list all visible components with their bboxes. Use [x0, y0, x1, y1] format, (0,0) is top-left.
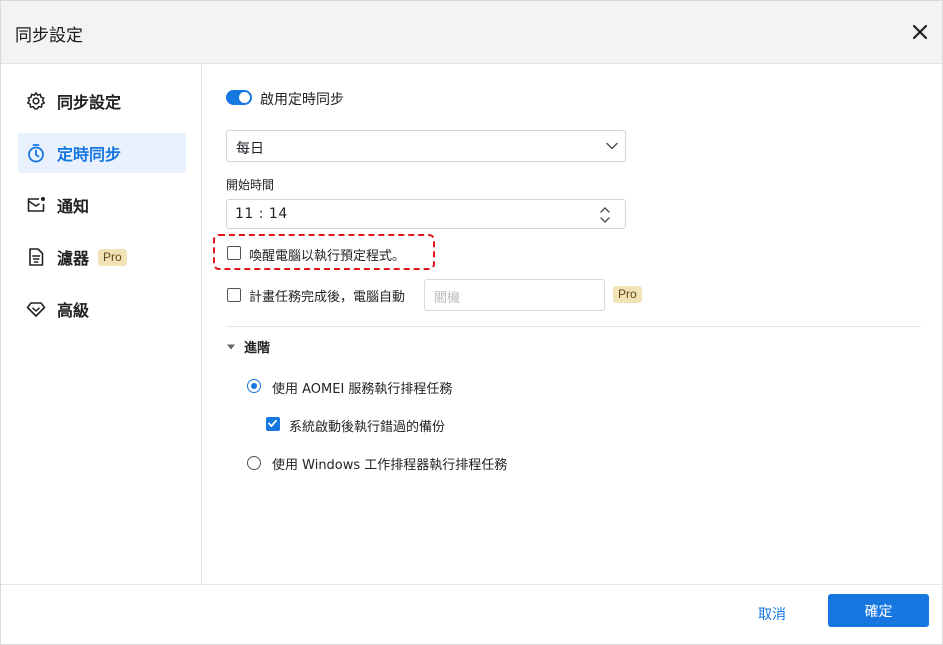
check-icon [268, 419, 277, 428]
pro-badge: Pro [613, 286, 642, 303]
run-missed-backup-checkbox[interactable] [266, 417, 280, 431]
sync-settings-dialog: 同步設定 同步設定 定時同步 通知 濾器 Pro 高級 啟用定時同步 每日 開始… [0, 0, 943, 645]
use-aomei-service-label: 使用 AOMEI 服務執行排程任務 [272, 382, 453, 397]
pro-badge: Pro [98, 248, 127, 266]
use-windows-scheduler-radio[interactable] [247, 456, 261, 470]
use-windows-scheduler-label: 使用 Windows 工作排程器執行排程任務 [272, 458, 508, 473]
ok-button[interactable]: 確定 [828, 594, 929, 627]
toggle-knob [239, 92, 250, 103]
sidebar-item-sync-settings[interactable]: 同步設定 [18, 81, 186, 121]
wake-computer-checkbox[interactable] [227, 246, 241, 260]
use-aomei-service-radio[interactable] [247, 379, 261, 393]
frequency-select[interactable]: 每日 [226, 130, 626, 162]
stopwatch-icon [25, 142, 47, 164]
start-time-value: 11 : 14 [235, 206, 288, 222]
run-missed-backup-label: 系統啟動後執行錯過的備份 [289, 420, 446, 435]
wake-computer-label: 喚醒電腦以執行預定程式。 [249, 249, 406, 264]
close-icon [912, 24, 928, 40]
sidebar-item-label: 通知 [57, 197, 90, 216]
start-time-label: 開始時間 [226, 178, 275, 192]
sidebar-item-label: 同步設定 [57, 93, 122, 112]
enable-schedule-label: 啟用定時同步 [260, 92, 344, 108]
close-button[interactable] [908, 20, 932, 44]
title-bar: 同步設定 [1, 1, 942, 64]
frequency-value: 每日 [236, 141, 264, 157]
advanced-section-toggle[interactable]: 進階 [226, 337, 270, 356]
dialog-title: 同步設定 [15, 26, 83, 46]
gear-icon [25, 90, 47, 112]
sidebar-item-label: 高級 [57, 301, 90, 320]
sidebar-item-notification[interactable]: 通知 [18, 185, 186, 225]
dialog-footer: 取消 確定 [1, 584, 942, 644]
start-time-input[interactable]: 11 : 14 [226, 199, 626, 229]
triangle-down-icon [227, 344, 235, 349]
chevron-down-icon [606, 142, 618, 150]
after-complete-label: 計畫任務完成後，電腦自動 [249, 290, 406, 305]
sidebar-item-label: 定時同步 [57, 145, 122, 164]
after-complete-action-input[interactable]: 關機 [424, 279, 605, 311]
enable-schedule-toggle[interactable] [226, 90, 252, 105]
mail-notification-icon [25, 194, 47, 216]
sidebar-item-advanced[interactable]: 高級 [18, 289, 186, 329]
sidebar-item-schedule[interactable]: 定時同步 [18, 133, 186, 173]
after-complete-checkbox[interactable] [227, 288, 241, 302]
schedule-panel: 啟用定時同步 每日 開始時間 11 : 14 喚醒電腦以執行預定程式。 計畫任務… [203, 64, 942, 584]
divider [226, 326, 921, 327]
sidebar: 同步設定 定時同步 通知 濾器 Pro 高級 [1, 64, 202, 584]
sidebar-item-filter[interactable]: 濾器 Pro [18, 237, 186, 277]
sidebar-item-label: 濾器 [57, 249, 90, 268]
advanced-header: 進階 [244, 341, 271, 356]
spinner-icon[interactable] [599, 204, 611, 226]
cancel-button[interactable]: 取消 [739, 599, 805, 629]
diamond-icon [25, 298, 47, 320]
filter-document-icon [25, 246, 47, 268]
